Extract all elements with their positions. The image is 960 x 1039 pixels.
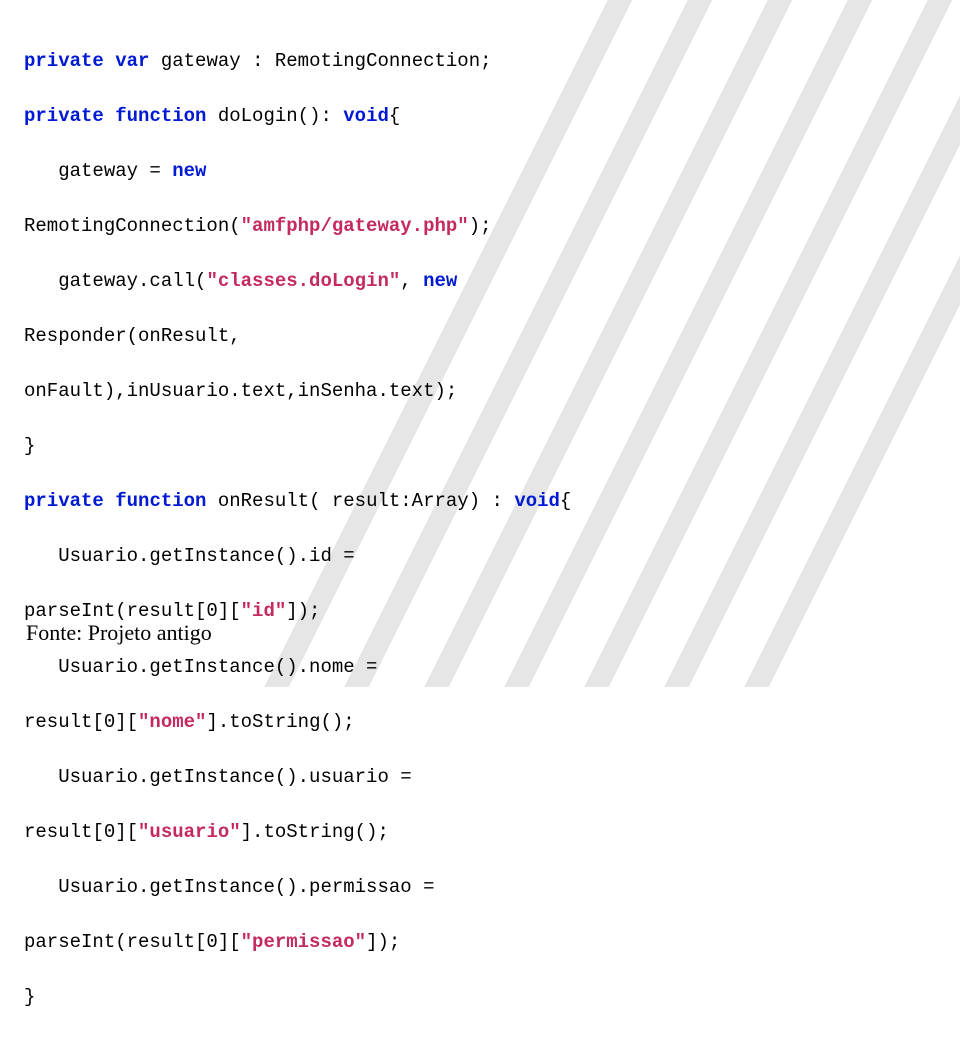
code-line: Usuario.getInstance().usuario =: [24, 764, 936, 792]
code-line: private function doLogin(): void{: [24, 103, 936, 131]
code-line: RemotingConnection("amfphp/gateway.php")…: [24, 213, 936, 241]
code-line: }: [24, 433, 936, 461]
code-block: private var gateway : RemotingConnection…: [24, 20, 936, 1039]
code-line: parseInt(result[0]["permissao"]);: [24, 929, 936, 957]
code-line: private function onResult( result:Array)…: [24, 488, 936, 516]
code-line: }: [24, 984, 936, 1012]
slide-content: private var gateway : RemotingConnection…: [0, 0, 960, 1039]
code-line: Usuario.getInstance().id =: [24, 543, 936, 571]
code-line: private var gateway : RemotingConnection…: [24, 48, 936, 76]
code-line: Responder(onResult,: [24, 323, 936, 351]
code-line: result[0]["nome"].toString();: [24, 709, 936, 737]
code-line: Usuario.getInstance().permissao =: [24, 874, 936, 902]
code-line: Usuario.getInstance().nome =: [24, 654, 936, 682]
code-line: gateway = new: [24, 158, 936, 186]
code-line: onFault),inUsuario.text,inSenha.text);: [24, 378, 936, 406]
code-line: gateway.call("classes.doLogin", new: [24, 268, 936, 296]
code-line: parseInt(result[0]["id"]);: [24, 598, 936, 626]
code-line: result[0]["usuario"].toString();: [24, 819, 936, 847]
